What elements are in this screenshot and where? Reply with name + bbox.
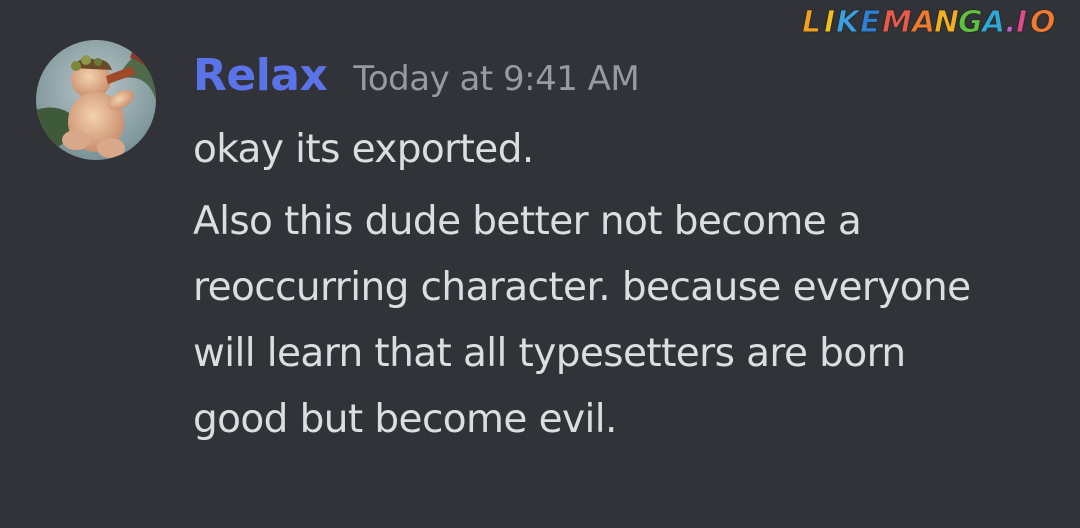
avatar-cherub-image bbox=[36, 40, 156, 160]
user-avatar[interactable] bbox=[36, 40, 156, 160]
svg-text:A: A bbox=[980, 5, 1006, 40]
message-line: good but become evil. bbox=[193, 397, 617, 442]
chat-screenshot: L I K E M A N G A . I O Relax Today at 9… bbox=[0, 0, 1080, 528]
chat-message: Relax Today at 9:41 AM okay its exported… bbox=[193, 50, 1063, 453]
message-line: will learn that all typesetters are born bbox=[193, 331, 906, 376]
message-line: Also this dude better not become a bbox=[193, 199, 862, 244]
svg-text:M: M bbox=[882, 5, 913, 40]
message-header: Relax Today at 9:41 AM bbox=[193, 50, 1063, 112]
message-timestamp[interactable]: Today at 9:41 AM bbox=[353, 59, 639, 99]
svg-text:K: K bbox=[836, 5, 862, 40]
svg-text:I: I bbox=[824, 5, 836, 40]
message-line: reoccurring character. because everyone bbox=[193, 265, 971, 310]
site-watermark: L I K E M A N G A . I O bbox=[802, 2, 1072, 42]
message-paragraph: Also this dude better not become a reocc… bbox=[193, 189, 1063, 453]
svg-text:A: A bbox=[910, 5, 936, 40]
svg-text:O: O bbox=[1030, 5, 1057, 40]
svg-text:L: L bbox=[802, 5, 822, 40]
svg-text:N: N bbox=[934, 5, 960, 40]
watermark-logo: L I K E M A N G A . I O bbox=[802, 5, 1057, 41]
svg-text:G: G bbox=[958, 5, 984, 40]
svg-text:I: I bbox=[1016, 5, 1028, 40]
username[interactable]: Relax bbox=[193, 50, 328, 101]
svg-text:E: E bbox=[860, 5, 882, 40]
message-line: okay its exported. bbox=[193, 127, 534, 172]
